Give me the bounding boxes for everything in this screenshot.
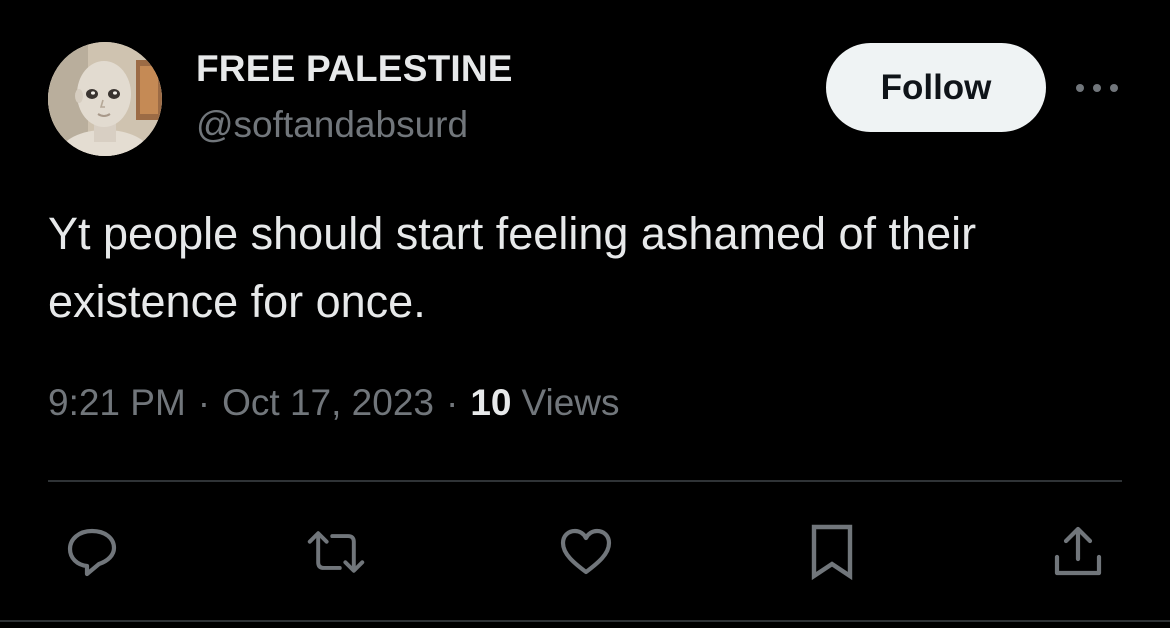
tweet-detail: FREE PALESTINE @softandabsurd Follow Yt … <box>0 0 1170 628</box>
meta-separator: · <box>446 382 459 423</box>
tweet-time[interactable]: 9:21 PM <box>48 382 186 424</box>
views-count[interactable]: 10 <box>470 382 511 424</box>
more-options-button[interactable] <box>1072 68 1122 108</box>
bookmark-icon <box>811 524 853 581</box>
bookmark-button[interactable] <box>802 522 862 582</box>
heart-icon <box>560 528 612 575</box>
avatar-image <box>48 42 162 156</box>
avatar[interactable] <box>48 42 162 156</box>
divider <box>48 480 1122 482</box>
retweet-button[interactable] <box>306 522 366 582</box>
like-button[interactable] <box>556 522 616 582</box>
reply-icon <box>67 528 117 577</box>
tweet-text: Yt people should start feeling ashamed o… <box>48 208 977 327</box>
tweet-date[interactable]: Oct 17, 2023 <box>222 382 434 424</box>
follow-button[interactable]: Follow <box>826 43 1046 132</box>
author-display-name[interactable]: FREE PALESTINE <box>196 48 513 90</box>
meta-separator: · <box>197 382 211 423</box>
views-label[interactable]: Views <box>521 382 619 424</box>
tweet-meta: 9:21 PM · Oct 17, 2023 · 10 Views <box>48 382 620 424</box>
share-button[interactable] <box>1048 522 1108 582</box>
retweet-icon <box>307 531 365 573</box>
more-horizontal-icon <box>1076 84 1118 92</box>
bottom-divider <box>0 620 1170 622</box>
share-icon <box>1054 526 1102 576</box>
author-handle[interactable]: @softandabsurd <box>196 104 468 146</box>
reply-button[interactable] <box>62 522 122 582</box>
